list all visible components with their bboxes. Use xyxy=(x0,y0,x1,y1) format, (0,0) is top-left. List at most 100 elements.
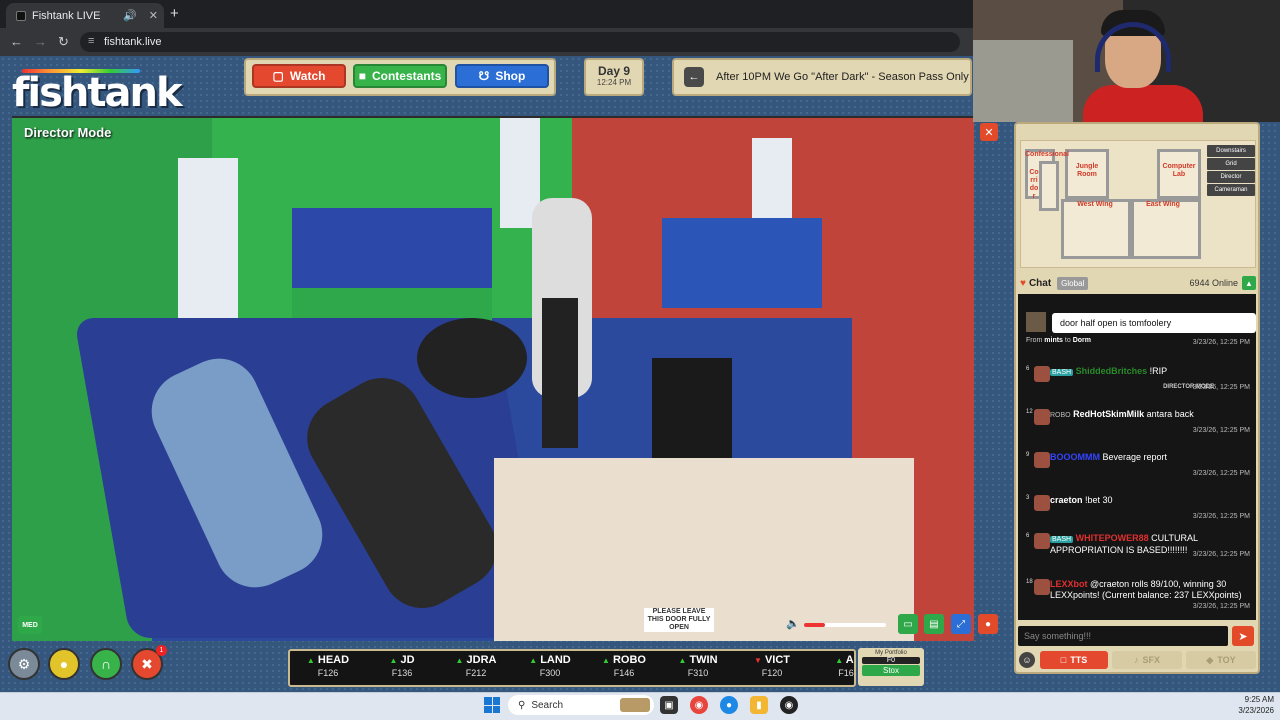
map-label: Corridor xyxy=(1029,169,1039,200)
ticker-item[interactable]: ▲ HEAD F126 xyxy=(298,654,358,678)
back-icon[interactable]: ← xyxy=(10,34,23,49)
ticker-value: F126 xyxy=(317,668,339,678)
new-tab-icon[interactable]: + xyxy=(170,5,179,22)
live-video-feed[interactable]: PLEASE LEAVE THIS DOOR FULLY OPEN xyxy=(12,116,974,641)
announcement-arrow-icon[interactable]: ← xyxy=(684,67,704,87)
avatar[interactable] xyxy=(1034,452,1050,468)
settings-gear-icon[interactable]: ⚙ xyxy=(8,648,40,680)
chat-message: 18 LEXXbot @craeton rolls 89/100, winning… xyxy=(1026,579,1252,601)
announcement-text: After 10PM We Go "After Dark" - Season P… xyxy=(716,71,969,83)
chat-username[interactable]: WHITEPOWER88 xyxy=(1076,533,1149,543)
chrome-icon[interactable]: ◉ xyxy=(690,696,708,714)
ticker-item[interactable]: ▲ ROBO F146 xyxy=(594,654,654,678)
avatar[interactable] xyxy=(1034,366,1050,382)
send-icon[interactable]: ➤ xyxy=(1232,626,1254,646)
picture-in-picture-icon[interactable]: ▭ xyxy=(898,614,918,634)
chat-message: 12 ROBO RedHotSkimMilk antara back xyxy=(1026,409,1252,425)
map-tab-cameraman[interactable]: Cameraman xyxy=(1207,184,1255,196)
timestamp: 3/23/26, 12:25 PM xyxy=(1192,513,1250,520)
chat-message: 9 BOOOMMM Beverage report xyxy=(1026,452,1252,468)
record-icon[interactable]: ● xyxy=(978,614,998,634)
chat-username[interactable]: ShiddedBritches xyxy=(1076,366,1148,376)
pinned-from-user[interactable]: mints xyxy=(1044,337,1063,344)
users-icon[interactable]: ▲ xyxy=(1242,276,1256,290)
forward-icon[interactable]: → xyxy=(34,34,47,49)
map-room-corridor[interactable] xyxy=(1039,161,1059,211)
online-count: 6944 Online xyxy=(1189,278,1238,288)
map-label: Jungle Room xyxy=(1075,163,1099,178)
ticker-item[interactable]: ▲ LAND F300 xyxy=(520,654,580,678)
chat-username[interactable]: LEXXbot xyxy=(1050,579,1088,589)
tv-icon: ▢ xyxy=(272,69,284,83)
timestamp: 3/23/26, 12:25 PM xyxy=(1192,427,1250,434)
magnet-icon[interactable]: ∩ xyxy=(90,648,122,680)
avatar[interactable] xyxy=(1034,579,1050,595)
chat-username[interactable]: RedHotSkimMilk xyxy=(1073,409,1144,419)
user-level: 9 xyxy=(1026,452,1030,458)
chat-username[interactable]: craeton xyxy=(1050,495,1083,505)
ticker-item[interactable]: ▲ JD F136 xyxy=(372,654,432,678)
avatar[interactable] xyxy=(1034,495,1050,511)
obs-icon[interactable]: ◉ xyxy=(780,696,798,714)
taskbar-search[interactable]: ⚲ Search xyxy=(508,695,654,715)
ticker-item[interactable]: ▲ JDRA F212 xyxy=(446,654,506,678)
fullscreen-icon[interactable]: ⤢ xyxy=(951,614,971,634)
url-field[interactable]: ≡ fishtank.live xyxy=(80,32,960,52)
ticker-item[interactable]: ▲ TWIN F310 xyxy=(668,654,728,678)
toy-button[interactable]: ◆ TOY xyxy=(1186,651,1256,669)
stock-ticker[interactable]: ▲ HEAD F126 ▲ JD F136 ▲ JDRA F212 ▲ LAND F300 ▲ … xyxy=(288,649,856,687)
browser-tab[interactable]: Fishtank LIVE 🔊 ✕ xyxy=(6,3,164,28)
avatar[interactable] xyxy=(1034,409,1050,425)
file-explorer-icon[interactable]: ▮ xyxy=(750,696,768,714)
stox-button[interactable]: Stox xyxy=(862,665,920,676)
scene-bed xyxy=(292,208,492,328)
close-panel-icon[interactable]: ✕ xyxy=(980,123,998,141)
site-settings-icon[interactable]: ≡ xyxy=(88,35,94,47)
chat-input[interactable]: Say something!!! xyxy=(1018,626,1228,646)
fishtank-logo[interactable]: fishtank xyxy=(12,70,183,116)
windows-start-icon[interactable] xyxy=(484,697,500,713)
ticker-item[interactable]: ▼ VICT F120 xyxy=(742,654,802,678)
chat-username[interactable]: BOOOMMM xyxy=(1050,452,1100,462)
speaker-icon[interactable]: 🔊 xyxy=(123,9,137,22)
avatar[interactable] xyxy=(1034,533,1050,549)
volume-icon[interactable]: 🔈 xyxy=(786,617,800,630)
map-tab-grid[interactable]: Grid xyxy=(1207,158,1255,170)
sfx-button[interactable]: ♪ SFX xyxy=(1112,651,1182,669)
sfx-label: SFX xyxy=(1142,655,1160,665)
ticker-symbol: ROBO xyxy=(612,654,646,666)
shop-button[interactable]: ☋ Shop xyxy=(455,64,549,88)
contestants-label: Contestants xyxy=(371,69,442,83)
ticker-symbol: JD xyxy=(400,654,415,666)
chat-scope-button[interactable]: Global xyxy=(1057,276,1089,290)
tab-close-icon[interactable]: ✕ xyxy=(149,9,158,22)
coins-icon[interactable]: ● xyxy=(48,648,80,680)
watch-button[interactable]: ▢ Watch xyxy=(252,64,346,88)
map-label: Computer Lab xyxy=(1162,163,1196,178)
sfx-icon: ♪ xyxy=(1133,655,1139,665)
contestants-button[interactable]: ■ Contestants xyxy=(353,64,447,88)
edge-icon[interactable]: ● xyxy=(720,696,738,714)
portfolio-label: My Portfolio xyxy=(875,650,907,656)
emoji-icon[interactable]: ☺ xyxy=(1019,652,1035,668)
map-tab-director[interactable]: Director xyxy=(1207,171,1255,183)
ticker-symbol: HEAD xyxy=(317,654,350,666)
door-sign: PLEASE LEAVE THIS DOOR FULLY OPEN xyxy=(644,608,714,632)
volume-slider[interactable] xyxy=(804,623,886,627)
quality-badge[interactable]: MED xyxy=(18,616,42,634)
cast-icon[interactable]: ▤ xyxy=(924,614,944,634)
ticker-item[interactable]: ▲ AI F16 xyxy=(816,654,854,678)
map-tab-downstairs[interactable]: Downstairs xyxy=(1207,145,1255,157)
chat-text: antara back xyxy=(1146,409,1194,419)
pinned-to-room: Dorm xyxy=(1072,337,1091,344)
day-time: 12:24 PM xyxy=(596,78,632,87)
tts-button[interactable]: □ TTS xyxy=(1040,651,1108,669)
trend-up-icon: ▲ xyxy=(835,656,844,665)
chat-log[interactable]: door half open is tomfoolery From mints … xyxy=(1018,294,1256,620)
chat-bubble-icon: ♥ xyxy=(1020,277,1026,289)
system-clock[interactable]: 9:25 AM 3/23/2026 xyxy=(1218,694,1274,716)
task-view-icon[interactable]: ▣ xyxy=(660,696,678,714)
day-indicator: Day 9 12:24 PM xyxy=(584,58,644,96)
url-text: fishtank.live xyxy=(104,36,162,48)
reload-icon[interactable]: ↻ xyxy=(58,34,69,50)
